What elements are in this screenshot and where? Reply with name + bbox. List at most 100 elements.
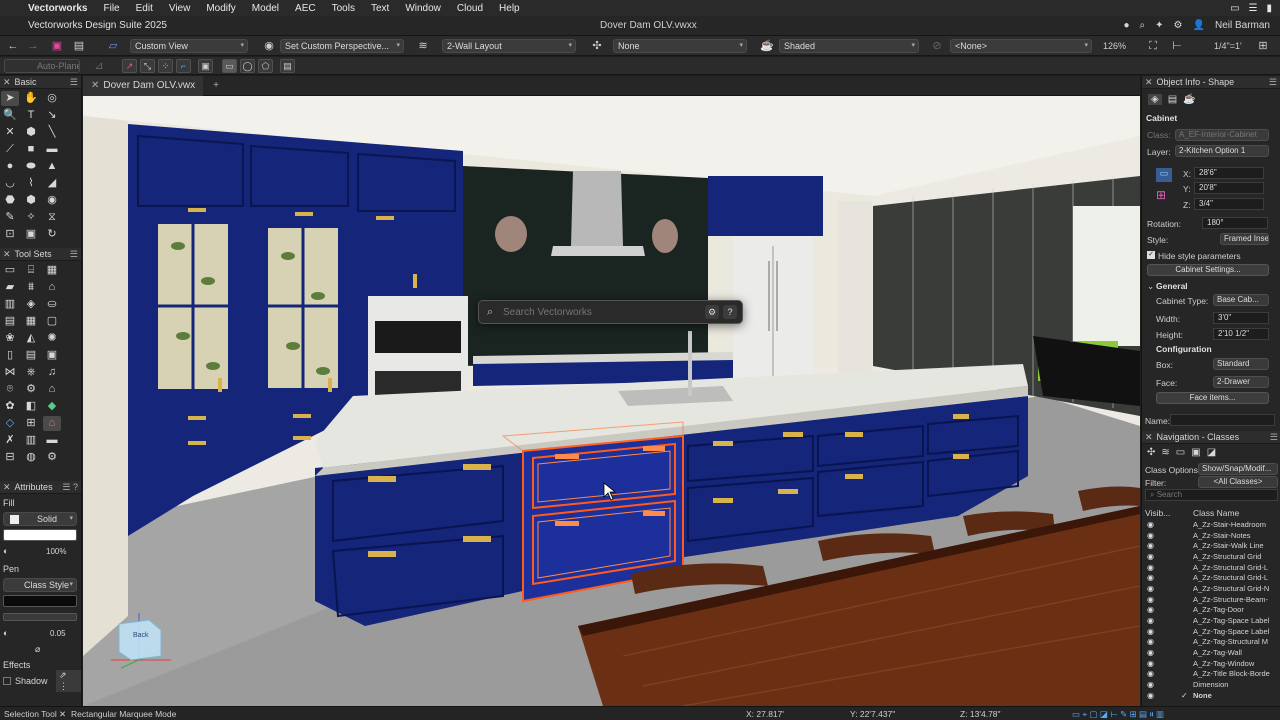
star-icon[interactable]: ✦ xyxy=(1155,20,1163,31)
close-icon[interactable]: ✕ xyxy=(3,77,11,88)
general-disclosure-icon[interactable]: ⌄ xyxy=(1147,281,1154,292)
menu-file[interactable]: File xyxy=(95,3,127,14)
data-tab-icon[interactable]: ▤ xyxy=(1168,94,1177,105)
render-dropdown[interactable]: Shaded ▾ xyxy=(779,39,919,53)
pipe-tool-icon[interactable]: ▬ xyxy=(43,433,61,448)
page-icon[interactable]: ▤ xyxy=(72,39,86,53)
rounded-rect-tool-icon[interactable]: ▬ xyxy=(43,142,61,157)
render-tab-icon[interactable]: ☕ xyxy=(1183,94,1195,105)
sheet-tool-icon[interactable]: ▤ xyxy=(22,348,40,363)
back-arrow-icon[interactable]: ← xyxy=(6,39,20,53)
interior-tool-icon[interactable]: ⌂ xyxy=(43,416,61,431)
class-row[interactable]: ◉ A_Zz-Structural Grid-N xyxy=(1142,583,1280,594)
palette-menu-icon[interactable]: ☰ xyxy=(70,249,78,260)
bell-icon[interactable]: ● xyxy=(1124,20,1130,31)
audio-tool-icon[interactable]: ♫ xyxy=(43,365,61,380)
snap-icon[interactable]: ✣ xyxy=(590,39,604,53)
fill-color-swatch[interactable] xyxy=(3,529,77,541)
triangle-tool-icon[interactable]: ▲ xyxy=(43,159,61,174)
class-row[interactable]: ◉ A_Zz-Tag-Structural M xyxy=(1142,637,1280,648)
close-icon[interactable]: ✕ xyxy=(1145,432,1153,443)
view-icon[interactable]: ▱ xyxy=(106,39,120,53)
polygon-tool-icon[interactable]: ⬣ xyxy=(1,193,19,208)
name-field[interactable] xyxy=(1170,414,1275,426)
machine-tool-icon[interactable]: ⚙ xyxy=(22,382,40,397)
eye-icon[interactable]: ◉ xyxy=(1147,552,1154,561)
menu-tools[interactable]: Tools xyxy=(324,3,363,14)
perspective-dropdown[interactable]: Set Custom Perspective... ▾ xyxy=(280,39,404,53)
menu-cloud[interactable]: Cloud xyxy=(449,3,491,14)
column-tool-icon[interactable]: ▥ xyxy=(1,297,19,312)
opacity-value[interactable]: 100% xyxy=(46,547,66,556)
mode-group-button[interactable]: ▣ xyxy=(198,59,213,73)
teapot-icon[interactable]: ☕ xyxy=(760,39,774,53)
line-weight-value[interactable]: 0.05 xyxy=(50,629,66,638)
menu-help[interactable]: Help xyxy=(491,3,528,14)
eye-icon[interactable]: ◉ xyxy=(1147,691,1154,699)
sheets-tab-icon[interactable]: ▭ xyxy=(1176,447,1185,458)
hexagon-tool-icon[interactable]: ⬢ xyxy=(22,193,40,208)
polygon-marquee-button[interactable]: ⬠ xyxy=(258,59,273,73)
class-name-column-header[interactable]: Class Name xyxy=(1193,508,1239,518)
mode-single-button[interactable]: ⁘ xyxy=(158,59,173,73)
view-dropdown[interactable]: Custom View ▾ xyxy=(130,39,248,53)
class-dropdown[interactable]: <None> ▾ xyxy=(950,39,1092,53)
face-dropdown[interactable]: 2-Drawer xyxy=(1213,376,1269,388)
class-row[interactable]: ◉ A_Zz-Stair-Notes xyxy=(1142,530,1280,541)
reshape-tool-icon[interactable]: ▣ xyxy=(22,227,40,242)
table-tool-icon[interactable]: ⊞ xyxy=(22,416,40,431)
ruler-icon[interactable]: ⊢ xyxy=(1170,39,1184,53)
close-icon[interactable]: ✕ xyxy=(3,482,11,493)
text-tool-icon[interactable]: T xyxy=(22,108,40,123)
layers-tab-icon[interactable]: ≋ xyxy=(1161,447,1169,458)
eye-icon[interactable]: ◉ xyxy=(1147,520,1154,529)
status-close-icon[interactable]: ✕ xyxy=(59,709,66,720)
class-search-field[interactable]: ⌕ Search xyxy=(1145,489,1278,501)
layer-dropdown[interactable]: 2-Wall Layout ▾ xyxy=(442,39,576,53)
event-tool-icon[interactable]: ⌾ xyxy=(1,382,19,397)
layers-icon[interactable]: ≋ xyxy=(416,39,430,53)
visibility-column-header[interactable]: Visib... xyxy=(1145,508,1170,518)
delete-tool-icon[interactable]: ✕ xyxy=(1,125,19,140)
mode-snap-button[interactable]: ⌐ xyxy=(176,59,191,73)
eye-icon[interactable]: ◉ xyxy=(1147,669,1154,678)
oval-tool-icon[interactable]: ⬬ xyxy=(22,159,40,174)
line-type-swatch[interactable] xyxy=(3,613,77,621)
eye-icon[interactable]: ◉ xyxy=(1147,648,1154,657)
snap-dropdown[interactable]: None ▾ xyxy=(613,39,747,53)
slab-tool-icon[interactable]: ▰ xyxy=(1,280,19,295)
box-dropdown[interactable]: Standard xyxy=(1213,358,1269,370)
palette-menu-icon[interactable]: ☰ xyxy=(1269,77,1277,88)
visual-tool-icon[interactable]: ◇ xyxy=(1,416,19,431)
settings-gear-icon[interactable]: ⚙ xyxy=(705,305,719,319)
class-options-dropdown[interactable]: Show/Snap/Modif... xyxy=(1198,463,1278,475)
rectangle-tool-icon[interactable]: ■ xyxy=(22,142,40,157)
eyedropper-tool-icon[interactable]: ✎ xyxy=(1,210,19,225)
rect-marquee-button[interactable]: ▭ xyxy=(222,59,237,73)
class-dropdown[interactable]: A_EF-Interior-Cabinet xyxy=(1175,129,1269,141)
plane-icon[interactable]: ⊿ xyxy=(92,59,106,73)
status-tools-icons[interactable]: ▭ ⌖ ▢ ◪ ⊢ ✎ ⊞ ▤ ⏸ ▥ xyxy=(1072,709,1164,720)
view-cube[interactable]: Back xyxy=(101,608,177,670)
detail-tool-icon[interactable]: ▣ xyxy=(43,348,61,363)
class-row[interactable]: ◉ A_Zz-Tag-Window xyxy=(1142,658,1280,669)
circle-tool-icon[interactable]: ● xyxy=(1,159,19,174)
z-field[interactable]: 3/4" xyxy=(1194,198,1264,210)
auto-plane-dropdown[interactable]: Auto-Plane xyxy=(4,59,80,73)
class-row[interactable]: ◉ A_Zz-Tag-Space Label xyxy=(1142,626,1280,637)
casework-tool-icon[interactable]: ▦ xyxy=(22,314,40,329)
spiral-tool-icon[interactable]: ◉ xyxy=(43,193,61,208)
eye-icon[interactable]: ◉ xyxy=(1147,541,1154,550)
search-input[interactable] xyxy=(503,305,698,320)
cabinet-tool-icon[interactable]: ▤ xyxy=(1,314,19,329)
fund-tool-icon[interactable]: ◧ xyxy=(22,399,40,414)
menu-text[interactable]: Text xyxy=(363,3,397,14)
close-icon[interactable]: ✕ xyxy=(3,249,11,260)
eye-icon[interactable]: ◉ xyxy=(1147,595,1154,604)
close-icon[interactable]: ✕ xyxy=(1145,77,1153,88)
menu-vectorworks[interactable]: Vectorworks xyxy=(20,3,95,14)
eye-icon[interactable]: ◉ xyxy=(1147,531,1154,540)
class-row[interactable]: ◉ A_Zz-Structural Grid-L xyxy=(1142,562,1280,573)
zoom-value[interactable]: 126% xyxy=(1103,41,1126,51)
document-tab[interactable]: ✕ Dover Dam OLV.vwx xyxy=(83,75,204,96)
